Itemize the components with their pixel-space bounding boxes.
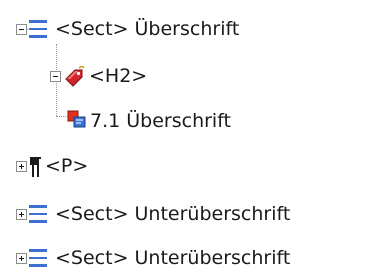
section-icon [29, 205, 47, 223]
section-icon [29, 249, 47, 267]
tree-node-h2[interactable]: <H2> [0, 62, 200, 92]
tree-node-label: <Sect> Unterüberschrift [55, 247, 291, 269]
tree-node-label: <P> [45, 155, 89, 177]
collapse-toggle[interactable] [50, 71, 61, 82]
tree-node-sect-unterueberschrift[interactable]: <Sect> Unterüberschrift [0, 244, 387, 274]
tag-tree: <Sect> Überschrift <H2> 7.1 Überschrift [0, 0, 387, 274]
paragraph-icon [30, 157, 41, 177]
expand-toggle[interactable] [16, 209, 27, 220]
content-icon [67, 110, 86, 128]
collapse-toggle[interactable] [16, 24, 27, 35]
tag-icon [65, 65, 85, 87]
tree-node-sect-unterueberschrift[interactable]: <Sect> Unterüberschrift [0, 200, 387, 230]
tree-node-label: 7.1 Überschrift [90, 110, 232, 132]
section-icon [29, 20, 47, 38]
tree-node-sect-ueberschrift[interactable]: <Sect> Überschrift [0, 15, 300, 45]
expand-toggle[interactable] [16, 161, 27, 172]
tree-node-label: <H2> [89, 65, 148, 87]
tree-node-label: <Sect> Überschrift [55, 18, 240, 40]
tree-node-content[interactable]: 7.1 Überschrift [0, 107, 260, 137]
expand-toggle[interactable] [16, 253, 27, 264]
tree-node-label: <Sect> Unterüberschrift [55, 203, 291, 225]
tree-node-p[interactable]: <P> [0, 152, 180, 182]
